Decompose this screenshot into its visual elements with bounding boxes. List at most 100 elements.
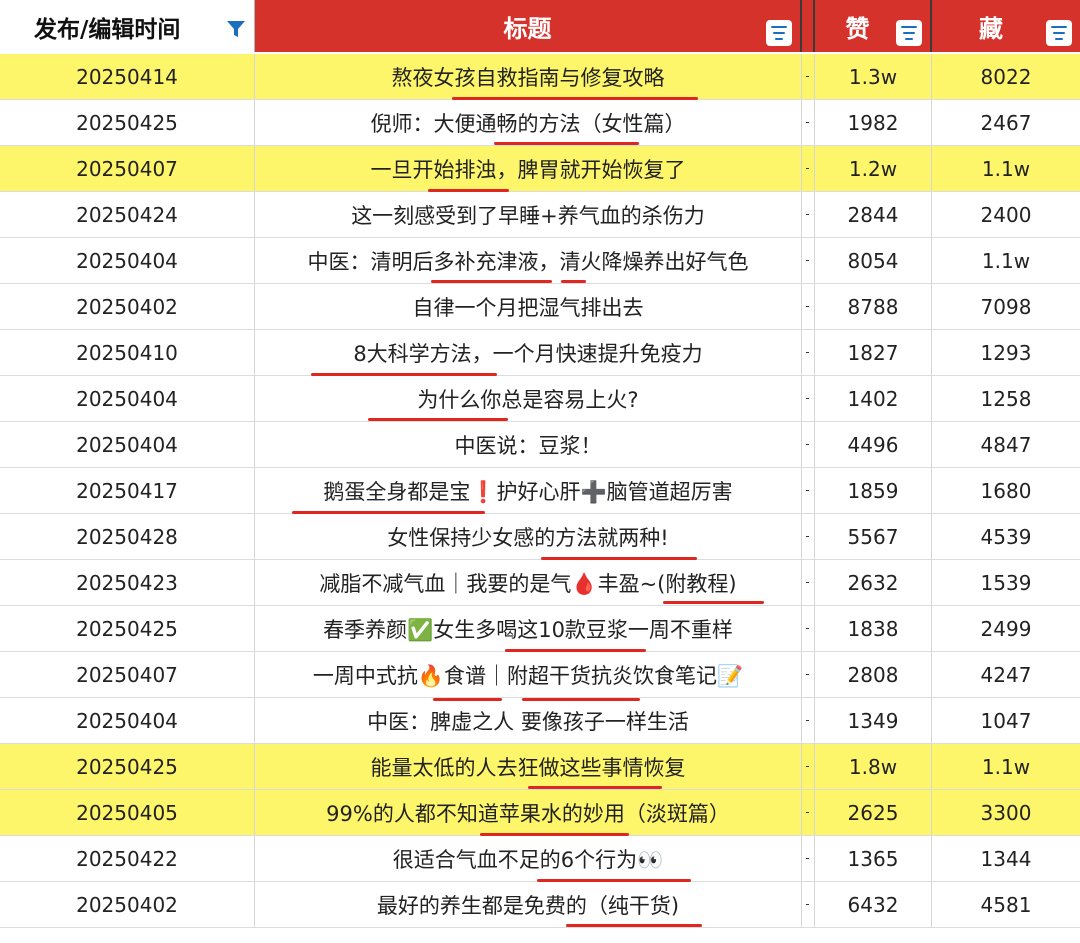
date-cell[interactable]: 20250404 bbox=[0, 698, 255, 743]
saves-cell[interactable]: 1293 bbox=[932, 330, 1080, 375]
likes-column-header[interactable]: 赞 bbox=[815, 0, 932, 52]
table-row[interactable]: 20250402 自律一个月把湿气排出去 8788 7098 bbox=[0, 284, 1080, 330]
likes-cell[interactable]: 2632 bbox=[815, 560, 932, 605]
title-cell[interactable]: 一旦开始排浊，脾胃就开始恢复了 bbox=[255, 146, 802, 192]
saves-cell[interactable]: 2467 bbox=[932, 100, 1080, 145]
date-cell[interactable]: 20250428 bbox=[0, 514, 255, 559]
date-cell[interactable]: 20250425 bbox=[0, 744, 255, 789]
table-row[interactable]: 20250404 中医：脾虚之人 要像孩子一样生活 1349 1047 bbox=[0, 698, 1080, 744]
saves-cell[interactable]: 1680 bbox=[932, 468, 1080, 513]
date-cell[interactable]: 20250407 bbox=[0, 146, 255, 191]
saves-cell[interactable]: 1047 bbox=[932, 698, 1080, 743]
date-cell[interactable]: 20250424 bbox=[0, 192, 255, 237]
title-cell[interactable]: 熬夜女孩自救指南与修复攻略 bbox=[255, 54, 802, 100]
date-cell[interactable]: 20250405 bbox=[0, 790, 255, 835]
title-cell[interactable]: 一周中式抗🔥食谱｜附超干货抗炎饮食笔记📝 bbox=[255, 652, 802, 701]
title-cell[interactable]: 倪师：大便通畅的方法（女性篇） bbox=[255, 100, 802, 145]
likes-cell[interactable]: 2844 bbox=[815, 192, 932, 237]
table-row[interactable]: 20250425 春季养颜✅女生多喝这10款豆浆一周不重样 1838 2499 bbox=[0, 606, 1080, 652]
title-column-menu-icon[interactable] bbox=[766, 20, 792, 46]
likes-cell[interactable]: 1982 bbox=[815, 100, 932, 145]
saves-cell[interactable]: 2499 bbox=[932, 606, 1080, 651]
saves-cell[interactable]: 1.1w bbox=[932, 744, 1080, 789]
likes-cell[interactable]: 1859 bbox=[815, 468, 932, 513]
date-cell[interactable]: 20250414 bbox=[0, 54, 255, 99]
table-row[interactable]: 20250404 中医说：豆浆！ 4496 4847 bbox=[0, 422, 1080, 468]
table-row[interactable]: 20250407 一旦开始排浊，脾胃就开始恢复了 1.2w 1.1w bbox=[0, 146, 1080, 192]
likes-cell[interactable]: 1365 bbox=[815, 836, 932, 881]
likes-cell[interactable]: 1349 bbox=[815, 698, 932, 743]
likes-column-menu-icon[interactable] bbox=[896, 20, 922, 46]
date-cell[interactable]: 20250404 bbox=[0, 238, 255, 283]
title-cell[interactable]: 为什么你总是容易上火? bbox=[255, 376, 802, 421]
table-row[interactable]: 20250410 8大科学方法，一个月快速提升免疫力 1827 1293 bbox=[0, 330, 1080, 376]
table-row[interactable]: 20250407 一周中式抗🔥食谱｜附超干货抗炎饮食笔记📝 2808 4247 bbox=[0, 652, 1080, 701]
table-row[interactable]: 20250422 很适合气血不足的6个行为👀 1365 1344 bbox=[0, 836, 1080, 882]
likes-cell[interactable]: 1827 bbox=[815, 330, 932, 375]
likes-cell[interactable]: 1.2w bbox=[815, 146, 932, 191]
date-cell[interactable]: 20250404 bbox=[0, 422, 255, 467]
date-column-header[interactable]: 发布/编辑时间 bbox=[0, 0, 255, 52]
likes-cell[interactable]: 1402 bbox=[815, 376, 932, 421]
date-cell[interactable]: 20250425 bbox=[0, 606, 255, 651]
date-cell[interactable]: 20250410 bbox=[0, 330, 255, 375]
date-cell[interactable]: 20250402 bbox=[0, 284, 255, 329]
title-cell[interactable]: 很适合气血不足的6个行为👀 bbox=[255, 836, 802, 882]
date-cell[interactable]: 20250422 bbox=[0, 836, 255, 881]
title-cell[interactable]: 这一刻感受到了早睡+养气血的杀伤力 bbox=[255, 192, 802, 237]
title-cell[interactable]: 鹅蛋全身都是宝❗护好心肝➕脑管道超厉害 bbox=[255, 468, 802, 514]
saves-cell[interactable]: 4539 bbox=[932, 514, 1080, 559]
saves-cell[interactable]: 4847 bbox=[932, 422, 1080, 467]
table-row[interactable]: 20250423 减脂不减气血｜我要的是气🩸丰盈~(附教程) 2632 1539 bbox=[0, 560, 1080, 606]
table-row[interactable]: 20250425 倪师：大便通畅的方法（女性篇） 1982 2467 bbox=[0, 100, 1080, 146]
date-cell[interactable]: 20250425 bbox=[0, 100, 255, 145]
title-cell[interactable]: 最好的养生都是免费的（纯干货) bbox=[255, 882, 802, 927]
table-row[interactable]: 20250425 能量太低的人去狂做这些事情恢复 1.8w 1.1w bbox=[0, 744, 1080, 790]
saves-cell[interactable]: 7098 bbox=[932, 284, 1080, 329]
likes-cell[interactable]: 1.3w bbox=[815, 54, 932, 99]
likes-cell[interactable]: 2808 bbox=[815, 652, 932, 697]
date-cell[interactable]: 20250402 bbox=[0, 882, 255, 927]
date-cell[interactable]: 20250404 bbox=[0, 376, 255, 421]
saves-cell[interactable]: 3300 bbox=[932, 790, 1080, 835]
table-row[interactable]: 20250405 99%的人都不知道苹果水的妙用（淡斑篇） 2625 3300 bbox=[0, 790, 1080, 836]
table-row[interactable]: 20250417 鹅蛋全身都是宝❗护好心肝➕脑管道超厉害 1859 1680 bbox=[0, 468, 1080, 514]
likes-cell[interactable]: 5567 bbox=[815, 514, 932, 559]
title-cell[interactable]: 春季养颜✅女生多喝这10款豆浆一周不重样 bbox=[255, 606, 802, 652]
table-row[interactable]: 20250428 女性保持少女感的方法就两种! 5567 4539 bbox=[0, 514, 1080, 560]
table-row[interactable]: 20250404 为什么你总是容易上火? 1402 1258 bbox=[0, 376, 1080, 422]
title-cell[interactable]: 女性保持少女感的方法就两种! bbox=[255, 514, 802, 560]
title-cell[interactable]: 减脂不减气血｜我要的是气🩸丰盈~(附教程) bbox=[255, 560, 802, 605]
date-cell[interactable]: 20250417 bbox=[0, 468, 255, 513]
likes-cell[interactable]: 8054 bbox=[815, 238, 932, 283]
title-cell[interactable]: 中医：清明后多补充津液，清火降燥养出好气色 bbox=[255, 238, 802, 283]
saves-cell[interactable]: 1539 bbox=[932, 560, 1080, 605]
likes-cell[interactable]: 6432 bbox=[815, 882, 932, 927]
likes-cell[interactable]: 1.8w bbox=[815, 744, 932, 789]
saves-cell[interactable]: 2400 bbox=[932, 192, 1080, 237]
saves-cell[interactable]: 4581 bbox=[932, 882, 1080, 927]
table-row[interactable]: 20250424 这一刻感受到了早睡+养气血的杀伤力 2844 2400 bbox=[0, 192, 1080, 238]
title-cell[interactable]: 中医说：豆浆！ bbox=[255, 422, 802, 467]
table-row[interactable]: 20250404 中医：清明后多补充津液，清火降燥养出好气色 8054 1.1w bbox=[0, 238, 1080, 284]
date-cell[interactable]: 20250423 bbox=[0, 560, 255, 605]
title-cell[interactable]: 8大科学方法，一个月快速提升免疫力 bbox=[255, 330, 802, 376]
likes-cell[interactable]: 2625 bbox=[815, 790, 932, 835]
title-column-header[interactable]: 标题 bbox=[255, 0, 802, 52]
likes-cell[interactable]: 8788 bbox=[815, 284, 932, 329]
saves-cell[interactable]: 1258 bbox=[932, 376, 1080, 421]
saves-cell[interactable]: 1.1w bbox=[932, 146, 1080, 191]
saves-cell[interactable]: 1344 bbox=[932, 836, 1080, 881]
date-cell[interactable]: 20250407 bbox=[0, 652, 255, 697]
saves-cell[interactable]: 1.1w bbox=[932, 238, 1080, 283]
filter-funnel-icon[interactable] bbox=[226, 20, 246, 38]
table-row[interactable]: 20250402 最好的养生都是免费的（纯干货) 6432 4581 bbox=[0, 882, 1080, 928]
title-cell[interactable]: 自律一个月把湿气排出去 bbox=[255, 284, 802, 329]
title-cell[interactable]: 中医：脾虚之人 要像孩子一样生活 bbox=[255, 698, 802, 743]
title-cell[interactable]: 99%的人都不知道苹果水的妙用（淡斑篇） bbox=[255, 790, 802, 836]
title-cell[interactable]: 能量太低的人去狂做这些事情恢复 bbox=[255, 744, 802, 789]
table-row[interactable]: 20250414 熬夜女孩自救指南与修复攻略 1.3w 8022 bbox=[0, 54, 1080, 100]
saves-column-header[interactable]: 藏 bbox=[932, 0, 1080, 52]
saves-cell[interactable]: 4247 bbox=[932, 652, 1080, 697]
likes-cell[interactable]: 1838 bbox=[815, 606, 932, 651]
